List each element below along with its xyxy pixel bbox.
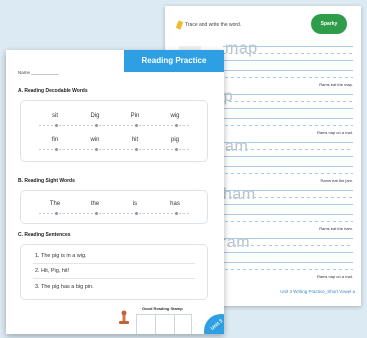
word: wig: [170, 113, 180, 119]
sheet-footer: Unit 3 Writing Practice_Short Vowel a: [280, 289, 355, 294]
ruled-line: [221, 238, 353, 239]
trace-word: ham: [223, 186, 256, 203]
sentences-box: 1. The pig is in a wig. 2. Hit, Pig, hit…: [20, 244, 208, 300]
divider: [33, 263, 195, 264]
ruled-line: [221, 149, 353, 150]
trace-word: map: [225, 40, 258, 57]
word: sit: [52, 113, 58, 119]
sentence-text: Rams eat the jam.: [320, 178, 353, 183]
sentence: 1. The pig is in a wig.: [35, 253, 87, 259]
ruled-line: [205, 94, 353, 95]
word: the: [90, 201, 100, 207]
sentence: 2. Hit, Pig, hit!: [35, 268, 70, 274]
word: has: [170, 201, 180, 207]
ruled-line: [223, 190, 353, 191]
decodable-words-box: sit Dig Pin wig fin win hit pig: [20, 100, 208, 162]
sentence-text: Rams nap on a mat.: [316, 130, 353, 135]
dotted-line: [39, 212, 189, 215]
section-title: A. Reading Decodable Words: [18, 88, 88, 94]
ruled-line: [221, 142, 353, 143]
unit-corner-badge: Unit 3: [204, 314, 224, 334]
reading-practice-sheet: Reading Practice Name ___________ A. Rea…: [6, 50, 224, 334]
word: The: [49, 201, 61, 207]
ruled-line: [221, 252, 353, 253]
word: Pin: [130, 113, 140, 119]
instruction-text: Trace and write the word.: [185, 22, 242, 28]
dotted-line: [39, 148, 189, 151]
instruction: Trace and write the word.: [175, 20, 242, 30]
trace-word: jam: [221, 138, 249, 155]
unit-label: Unit 3: [209, 318, 224, 332]
word: fin: [51, 137, 59, 143]
word: hit: [131, 137, 139, 143]
brand-logo: Sparky: [311, 14, 347, 34]
stamp-label: Good Reading Stamp: [142, 306, 183, 311]
ruled-line: [205, 101, 353, 102]
dotted-line: [39, 124, 189, 127]
ruled-line: [223, 60, 353, 61]
sentence-text: Rams eat the map.: [319, 82, 353, 87]
sentence-text: Rams eat the ham.: [319, 226, 353, 231]
stamp-icon: [119, 310, 129, 324]
page-title: Reading Practice: [124, 50, 224, 72]
ruled-line: [223, 46, 353, 47]
ruled-line: [223, 197, 353, 198]
sentence: 3. The pig has a big pin.: [35, 284, 94, 290]
word: Dig: [90, 113, 100, 119]
word: win: [90, 137, 100, 143]
sentence-text: Rams nap on a mat.: [316, 274, 353, 279]
ruled-line: [223, 204, 353, 205]
divider: [33, 278, 195, 279]
word: pig: [170, 137, 179, 143]
ruled-line: [205, 108, 353, 109]
ruled-line: [221, 245, 353, 246]
stamp-box: [136, 314, 192, 334]
trace-word: ram: [221, 234, 251, 251]
ruled-line: [223, 53, 353, 54]
name-field: Name ___________: [18, 70, 59, 75]
pencil-icon: [175, 20, 184, 30]
section-title: B. Reading Sight Words: [18, 178, 75, 184]
sight-words-box: The the is has: [20, 190, 208, 224]
ruled-line: [221, 156, 353, 157]
word: is: [132, 201, 138, 207]
section-title: C. Reading Sentences: [18, 232, 71, 238]
